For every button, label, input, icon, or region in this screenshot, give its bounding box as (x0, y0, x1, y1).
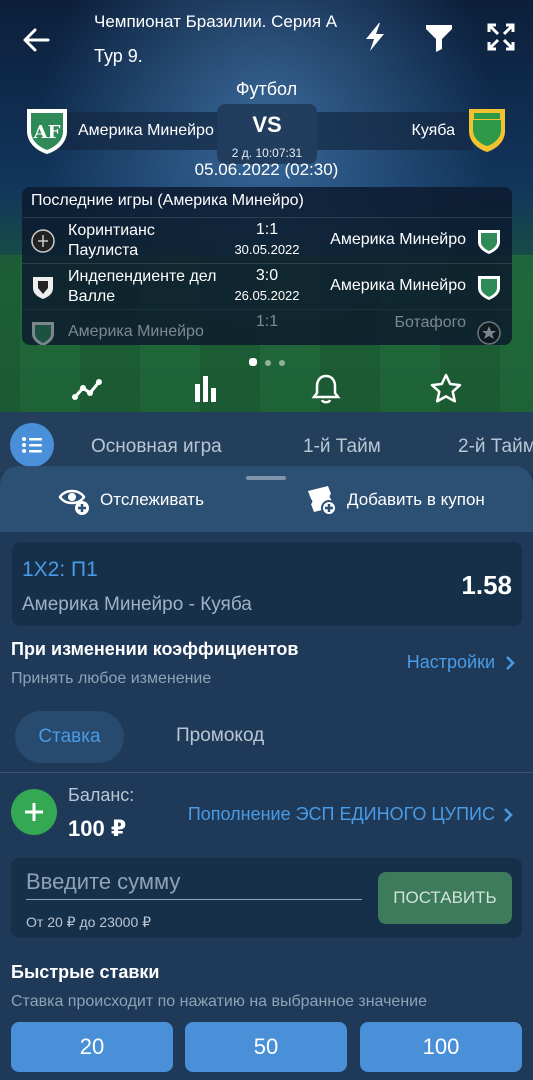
recent-score: 1:1 (255, 313, 279, 330)
countdown: 2 д. 10:07:31 (231, 146, 303, 160)
sport-label: Футбол (235, 79, 298, 99)
tab-second-half[interactable]: 2-й Тайм (458, 436, 533, 458)
recent-date: 30.05.2022 (234, 242, 300, 257)
menu-list-icon[interactable] (10, 423, 54, 467)
match-header: Чемпионат Бразилии. Серия А Тур 9. Футбо… (0, 0, 533, 412)
quick-bets-title: Быстрые ставки (11, 962, 160, 982)
add-funds-button[interactable] (11, 789, 57, 835)
recent-game-row[interactable]: Коринтианс Паулиста 1:1 30.05.2022 Амери… (22, 217, 512, 263)
recent-away-team: Америка Минейро (330, 277, 466, 294)
track-label: Отслеживать (100, 490, 204, 509)
balance-value: 100 ₽ (68, 816, 127, 841)
match-date: 05.06.2022 (02:30) (194, 160, 339, 179)
settings-link[interactable]: Настройки (407, 652, 515, 673)
team-logo-icon (30, 320, 56, 345)
bell-icon[interactable] (309, 372, 343, 406)
ticket-add-icon (308, 486, 337, 516)
stats-line-icon[interactable] (70, 372, 104, 406)
topup-label: Пополнение ЭСП ЕДИНОГО ЦУПИС (187, 804, 495, 824)
segment-bet[interactable]: Ставка (15, 711, 124, 763)
recent-score: 3:0 (255, 267, 279, 284)
settings-label: Настройки (406, 652, 495, 672)
segment-promo[interactable]: Промокод (176, 725, 264, 747)
recent-home-team: Индепендиенте дел Валле (68, 268, 217, 305)
recent-games-title: Последние игры (Америка Минейро) (31, 192, 304, 209)
amount-range: От 20 ₽ до 23000 ₽ (26, 914, 152, 930)
home-team-bar: Америка Минейро (60, 112, 217, 150)
team-logo-icon (30, 274, 56, 300)
team-logo-icon (476, 228, 502, 254)
vs-label: VS (252, 112, 282, 137)
balance-label: Баланс: (68, 785, 135, 805)
recent-away-team: Ботафого (394, 314, 466, 331)
team-logo-icon (30, 228, 56, 254)
recent-games-card[interactable]: Последние игры (Америка Минейро) Коринти… (22, 187, 512, 345)
home-team-name: Америка Минейро (78, 122, 214, 139)
round-label: Тур 9. (94, 46, 143, 66)
home-team-logo: AF (24, 106, 70, 156)
add-to-coupon-button[interactable]: Добавить в купон (305, 483, 485, 517)
recent-home-team: Коринтианс Паулиста (68, 222, 155, 259)
plus-icon (25, 803, 43, 821)
quick-bets-subtitle: Ставка происходит по нажатию на выбранно… (11, 993, 427, 1010)
vs-box: VS 2 д. 10:07:31 (217, 104, 317, 164)
drag-handle[interactable] (246, 476, 286, 480)
add-coupon-label: Добавить в купон (347, 490, 485, 509)
recent-away-team: Америка Минейро (330, 231, 466, 248)
bar-chart-icon[interactable] (189, 372, 223, 406)
chevron-right-icon (506, 655, 515, 670)
carousel-dots (0, 353, 533, 371)
carousel-dot[interactable] (264, 360, 271, 366)
recent-game-row[interactable]: Америка Минейро 1:1 Ботафого (22, 309, 512, 345)
star-icon[interactable] (429, 372, 463, 406)
topup-link[interactable]: Пополнение ЭСП ЕДИНОГО ЦУПИС (188, 804, 513, 825)
track-button[interactable]: Отслеживать (58, 483, 204, 517)
away-team-logo (466, 106, 508, 154)
selected-bet-card: 1X2: П1 Америка Минейро - Куяба 1.58 (12, 542, 522, 626)
bet-slip-sheet: Отслеживать Добавить в купон 1X2: П1 Аме… (0, 466, 533, 1080)
amount-card: От 20 ₽ до 23000 ₽ ПОСТАВИТЬ (11, 858, 522, 938)
quick-bet-button[interactable]: 50 (185, 1022, 347, 1072)
recent-game-row[interactable]: Индепендиенте дел Валле 3:0 26.05.2022 А… (22, 263, 512, 309)
odds-change-subtitle: Принять любое изменение (11, 670, 212, 687)
team-logo-icon (476, 274, 502, 300)
top-bar: Чемпионат Бразилии. Серия А Тур 9. (0, 0, 533, 80)
away-team-name: Куяба (411, 122, 456, 139)
eye-add-icon (58, 489, 89, 515)
carousel-dot[interactable] (248, 358, 257, 366)
recent-score: 1:1 (255, 221, 279, 238)
divider (0, 772, 533, 773)
quick-bet-button[interactable]: 20 (11, 1022, 173, 1072)
arrow-left-icon[interactable] (18, 22, 54, 58)
place-bet-button[interactable]: ПОСТАВИТЬ (378, 872, 512, 924)
lightning-icon[interactable] (358, 20, 392, 54)
chevron-right-icon (504, 807, 513, 822)
away-team-bar: Куяба (317, 112, 473, 150)
league-title: Чемпионат Бразилии. Серия А (94, 12, 338, 31)
filter-icon[interactable] (422, 20, 456, 54)
recent-date: 26.05.2022 (234, 288, 300, 303)
quick-bet-button[interactable]: 100 (360, 1022, 522, 1072)
sheet-toolbar: Отслеживать Добавить в купон (0, 466, 533, 532)
fullscreen-icon[interactable] (484, 20, 518, 54)
tab-main-game[interactable]: Основная игра (91, 436, 222, 458)
bet-odds: 1.58 (461, 570, 512, 600)
bet-market: 1X2: П1 (22, 558, 98, 581)
team-logo-icon (476, 320, 502, 345)
period-tabs: Основная игра 1-й Тайм 2-й Тайм (0, 412, 533, 472)
tab-first-half[interactable]: 1-й Тайм (303, 436, 381, 458)
odds-change-title: При изменении коэффициентов (11, 639, 299, 659)
amount-input[interactable] (26, 864, 362, 900)
carousel-dot[interactable] (278, 360, 285, 366)
bet-match: Америка Минейро - Куяба (22, 594, 252, 615)
svg-text:AF: AF (33, 122, 61, 143)
